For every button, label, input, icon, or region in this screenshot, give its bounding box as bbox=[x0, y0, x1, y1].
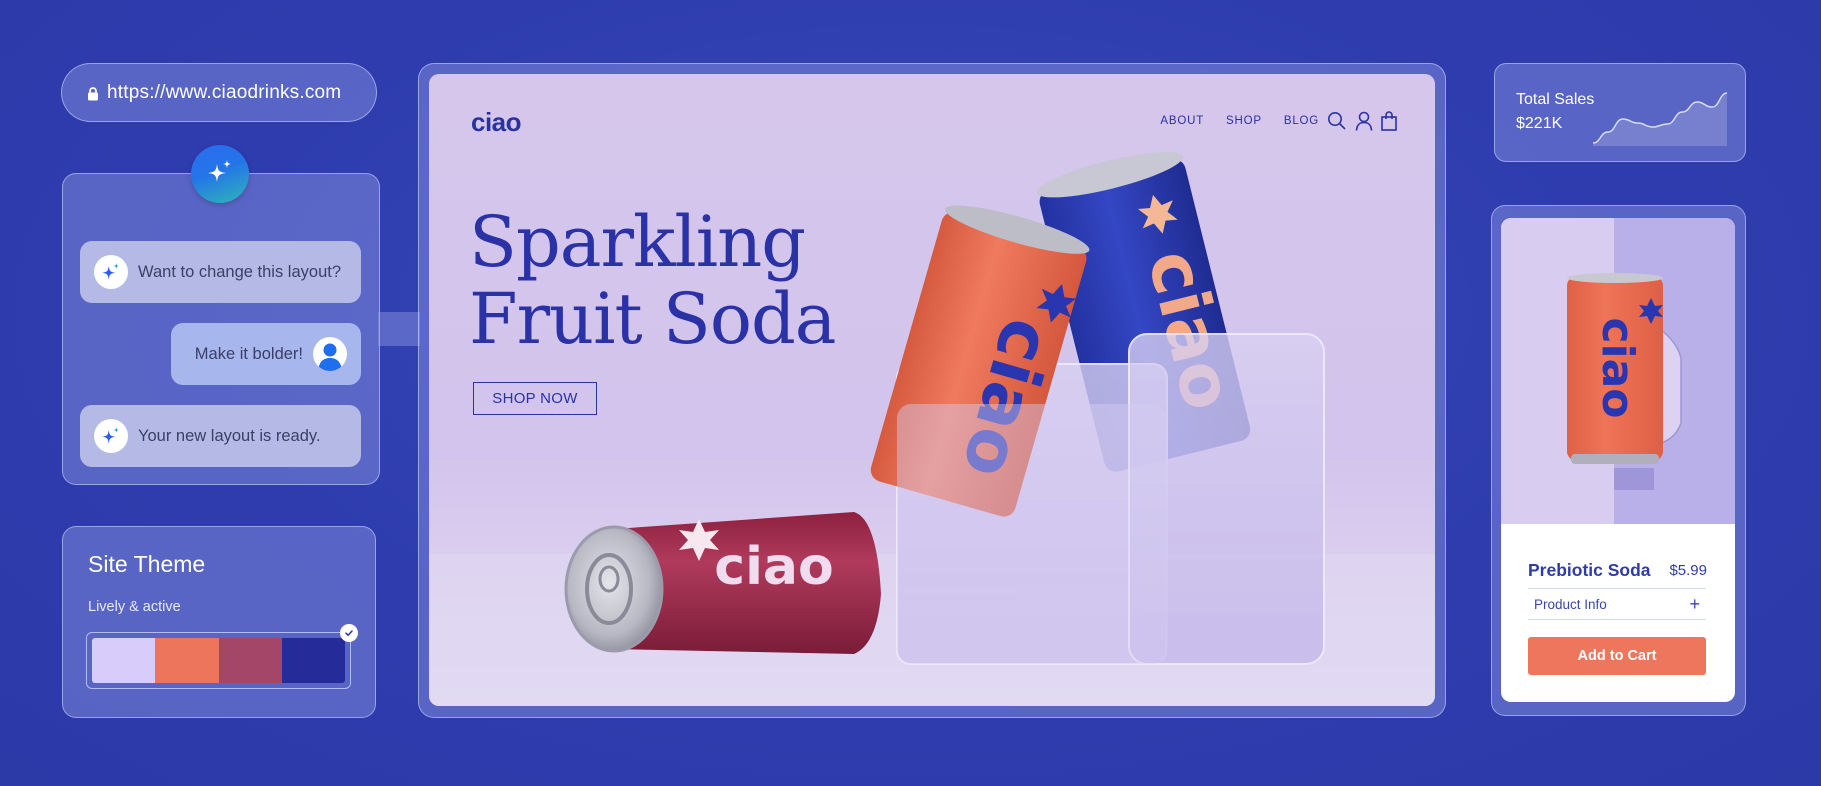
sales-label: Total Sales bbox=[1516, 91, 1595, 108]
hero-headline: Sparkling Fruit Soda bbox=[469, 201, 837, 360]
shopping-bag-icon[interactable] bbox=[1381, 111, 1397, 131]
lock-icon bbox=[87, 85, 99, 101]
message-text: Want to change this layout? bbox=[138, 262, 342, 281]
theme-title: Site Theme bbox=[88, 551, 206, 577]
product-price: $5.99 bbox=[1669, 562, 1707, 579]
chat-message-assistant: Your new layout is ready. bbox=[80, 405, 361, 467]
url-text: https://www.ciaodrinks.com bbox=[107, 81, 342, 103]
site-theme-panel: Site Theme Lively & active bbox=[62, 526, 376, 718]
product-info-accordion[interactable]: Product Info + bbox=[1528, 588, 1706, 620]
color-palette bbox=[92, 638, 345, 683]
sales-value: $221K bbox=[1516, 115, 1563, 132]
url-bar[interactable]: https://www.ciaodrinks.com bbox=[61, 63, 377, 122]
site-logo[interactable]: ciao bbox=[471, 107, 522, 138]
product-info-label: Product Info bbox=[1534, 596, 1607, 612]
nav-about[interactable]: ABOUT bbox=[1160, 115, 1204, 127]
can-logo: ciao bbox=[714, 537, 833, 597]
hero-section: ciao ciao ciao ciao ABOUT SHOP BLOG Spar… bbox=[429, 74, 1435, 706]
message-text: Make it bolder! bbox=[194, 344, 303, 363]
ai-assistant-badge[interactable] bbox=[191, 145, 249, 203]
total-sales-widget: Total Sales $221K bbox=[1494, 63, 1746, 162]
nav-shop[interactable]: SHOP bbox=[1226, 115, 1262, 127]
sparkle-icon bbox=[94, 255, 128, 289]
chat-message-user: Make it bolder! bbox=[171, 323, 361, 385]
user-avatar-icon bbox=[313, 337, 347, 371]
account-icon[interactable] bbox=[1355, 111, 1373, 131]
message-text: Your new layout is ready. bbox=[138, 426, 321, 445]
theme-palette-option[interactable] bbox=[86, 624, 358, 689]
search-icon[interactable] bbox=[1327, 111, 1347, 131]
color-swatch bbox=[218, 638, 282, 683]
product-card: ciao Prebiotic Soda $5.99 Product Info +… bbox=[1501, 218, 1735, 702]
can-logo: ciao bbox=[1592, 317, 1643, 418]
red-can: ciao bbox=[564, 512, 881, 654]
product-image[interactable]: ciao bbox=[1501, 218, 1735, 524]
nav-blog[interactable]: BLOG bbox=[1284, 115, 1319, 127]
sparkle-icon bbox=[204, 156, 236, 193]
color-swatch bbox=[281, 638, 345, 683]
sparkle-icon bbox=[94, 419, 128, 453]
panel-connector bbox=[378, 312, 420, 346]
color-swatch bbox=[155, 638, 219, 683]
site-nav: ABOUT SHOP BLOG bbox=[1138, 111, 1397, 131]
sales-sparkline bbox=[1592, 92, 1728, 146]
product-card-panel: ciao Prebiotic Soda $5.99 Product Info +… bbox=[1491, 205, 1746, 716]
expand-plus-icon[interactable]: + bbox=[1689, 594, 1700, 615]
product-name: Prebiotic Soda bbox=[1528, 560, 1651, 580]
website-preview-frame: ciao ciao ciao ciao ABOUT SHOP BLOG Spar… bbox=[418, 63, 1446, 718]
product-can: ciao bbox=[1567, 273, 1663, 464]
headline-line: Fruit Soda bbox=[469, 278, 837, 360]
shop-now-button[interactable]: SHOP NOW bbox=[473, 382, 597, 415]
sparkline-area bbox=[1593, 93, 1727, 146]
headline-line: Sparkling bbox=[469, 201, 806, 283]
checkmark-icon bbox=[340, 624, 358, 642]
color-swatch bbox=[92, 638, 156, 683]
add-to-cart-button[interactable]: Add to Cart bbox=[1528, 637, 1706, 675]
theme-name: Lively & active bbox=[88, 599, 181, 615]
chat-message-assistant: Want to change this layout? bbox=[80, 241, 361, 303]
